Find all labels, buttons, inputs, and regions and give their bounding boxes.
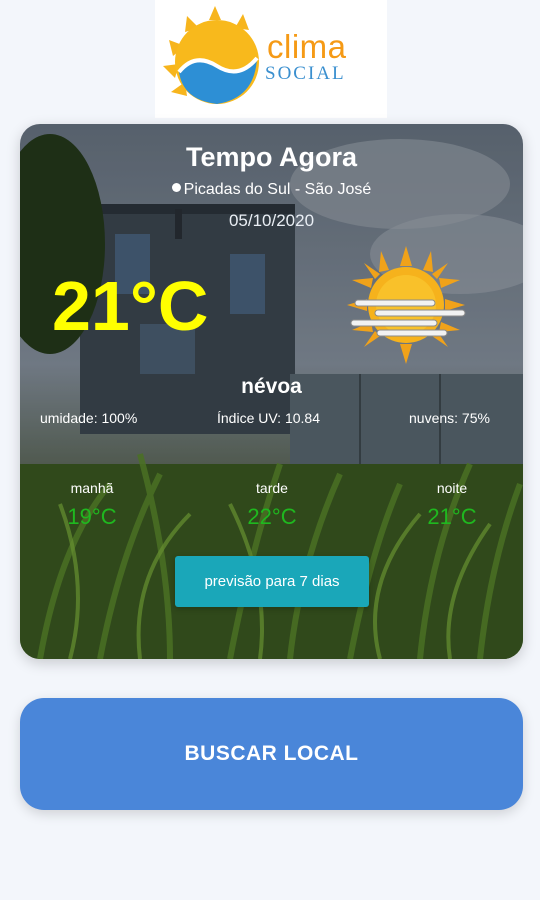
humidity: umidade: 100% [40,410,138,426]
logo-text-social: SOCIAL [265,63,346,84]
forecast-7-days-button[interactable]: previsão para 7 dias [175,556,369,607]
search-location-button[interactable]: BUSCAR LOCAL [20,698,523,810]
current-temperature: 21°C [52,267,209,345]
weather-condition: névoa [241,375,302,398]
period-temp-night: 21°C [427,504,477,529]
weather-card: Tempo Agora Picadas do Sul - São José 05… [20,124,523,659]
sun-with-fog-icon [347,246,466,364]
location-label: Picadas do Sul - São José [183,181,372,198]
period-temp-afternoon: 22°C [247,504,297,529]
period-label-night: noite [436,480,468,496]
logo-text-clima: clima [267,28,347,65]
clouds: nuvens: 75% [409,410,490,426]
period-temp-morning: 19°C [67,504,117,529]
date: 05/10/2020 [228,211,315,230]
location-pin-icon [171,183,181,192]
uv-index: Índice UV: 10.84 [217,410,320,426]
app-logo: clima SOCIAL [155,0,387,118]
period-label-morning: manhã [70,480,114,496]
page-title: Tempo Agora [185,142,357,172]
period-label-afternoon: tarde [256,480,288,496]
location: Picadas do Sul - São José [20,181,523,199]
